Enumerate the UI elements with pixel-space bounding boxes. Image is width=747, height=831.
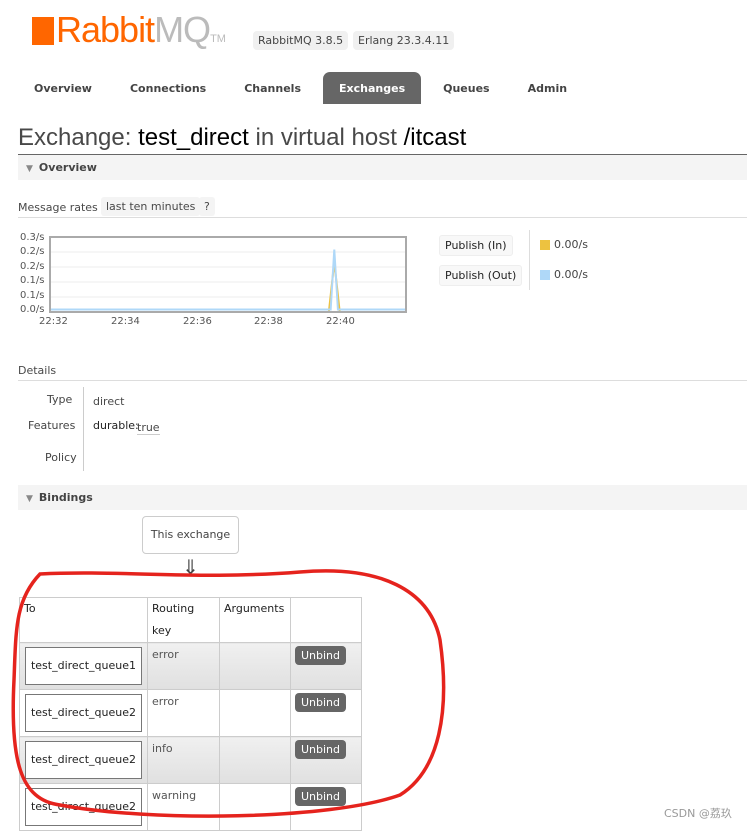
tab-connections[interactable]: Connections (114, 72, 222, 104)
main-nav: Overview Connections Channels Exchanges … (18, 72, 589, 104)
x-tick: 22:36 (183, 316, 212, 327)
plot-frame (49, 236, 407, 313)
y-tick: 0.3/s (20, 232, 45, 243)
x-tick: 22:32 (39, 316, 68, 327)
tab-admin[interactable]: Admin (512, 72, 583, 104)
overview-section-toggle[interactable]: ▼ Overview (18, 155, 747, 180)
tab-exchanges[interactable]: Exchanges (323, 72, 422, 104)
features-key: durable: (93, 419, 139, 432)
rabbitmq-logo[interactable]: RabbitMQTM (32, 10, 226, 59)
red-circle-annotation (11, 569, 446, 818)
policy-label: Policy (45, 451, 77, 464)
rate-range-selector[interactable]: last ten minutes (101, 197, 201, 216)
tab-overview[interactable]: Overview (18, 72, 108, 104)
type-label: Type (47, 393, 73, 406)
y-tick: 0.0/s (20, 304, 45, 315)
y-tick: 0.2/s (20, 246, 45, 257)
details-divider (83, 387, 84, 471)
features-label: Features (28, 419, 76, 432)
series-line-publish-out (50, 249, 406, 311)
rabbit-logo-icon (32, 17, 54, 45)
page-title: Exchange: test_direct in virtual host /i… (18, 124, 747, 155)
collapse-triangle-icon: ▼ (26, 164, 33, 174)
x-tick: 22:34 (111, 316, 140, 327)
message-rates-chart (49, 236, 407, 313)
bindings-section-toggle[interactable]: ▼ Bindings (18, 485, 747, 510)
divider (18, 217, 747, 218)
x-tick: 22:40 (326, 316, 355, 327)
this-exchange-box: This exchange (142, 516, 239, 554)
publish-in-rate: 0.00/s (554, 238, 588, 251)
tab-channels[interactable]: Channels (228, 72, 317, 104)
publish-in-swatch (540, 240, 550, 250)
collapse-triangle-icon: ▼ (26, 494, 33, 504)
y-tick: 0.1/s (20, 290, 45, 301)
details-heading: Details (18, 364, 57, 377)
legend-publish-in-button[interactable]: Publish (In) (439, 235, 513, 256)
series-line-publish-in (50, 261, 406, 313)
type-value: direct (93, 395, 125, 408)
legend-publish-out-button[interactable]: Publish (Out) (439, 265, 523, 286)
message-rates-label: Message rates (18, 201, 98, 214)
legend-divider (529, 230, 530, 290)
durable-value: true (137, 421, 160, 435)
tab-queues[interactable]: Queues (427, 72, 505, 104)
divider (18, 380, 747, 381)
y-tick: 0.1/s (20, 275, 45, 286)
y-tick: 0.2/s (20, 261, 45, 272)
x-tick: 22:38 (254, 316, 283, 327)
publish-out-swatch (540, 270, 550, 280)
publish-out-rate: 0.00/s (554, 268, 588, 281)
rabbitmq-version-badge: RabbitMQ 3.8.5 (253, 31, 349, 50)
csdn-watermark: CSDN @荔玖 (664, 807, 732, 820)
help-button[interactable]: ? (199, 197, 215, 216)
erlang-version-badge: Erlang 23.3.4.11 (353, 31, 455, 50)
